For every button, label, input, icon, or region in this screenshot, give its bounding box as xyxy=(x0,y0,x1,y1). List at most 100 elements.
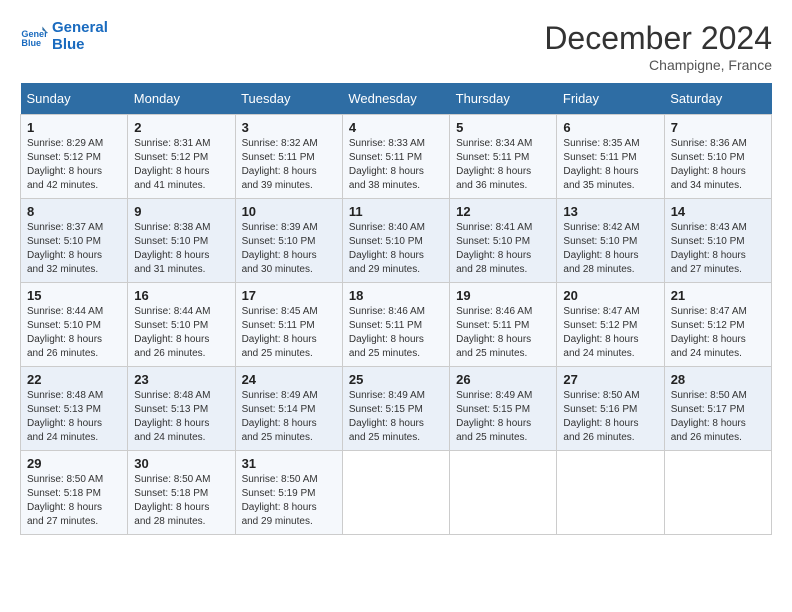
calendar-cell: 20 Sunrise: 8:47 AM Sunset: 5:12 PM Dayl… xyxy=(557,283,664,367)
svg-text:Blue: Blue xyxy=(21,38,41,48)
day-detail: Sunrise: 8:43 AM Sunset: 5:10 PM Dayligh… xyxy=(671,221,765,277)
day-number: 11 xyxy=(349,204,443,219)
col-wednesday: Wednesday xyxy=(342,83,449,115)
header-row: Sunday Monday Tuesday Wednesday Thursday… xyxy=(21,83,772,115)
day-detail: Sunrise: 8:50 AM Sunset: 5:18 PM Dayligh… xyxy=(27,473,121,529)
day-number: 28 xyxy=(671,372,765,387)
calendar-cell: 2 Sunrise: 8:31 AM Sunset: 5:12 PM Dayli… xyxy=(128,115,235,199)
calendar-cell: 6 Sunrise: 8:35 AM Sunset: 5:11 PM Dayli… xyxy=(557,115,664,199)
calendar-cell xyxy=(557,451,664,535)
logo-icon: General Blue xyxy=(20,23,48,51)
day-detail: Sunrise: 8:34 AM Sunset: 5:11 PM Dayligh… xyxy=(456,137,550,193)
day-detail: Sunrise: 8:39 AM Sunset: 5:10 PM Dayligh… xyxy=(242,221,336,277)
day-number: 27 xyxy=(563,372,657,387)
col-monday: Monday xyxy=(128,83,235,115)
day-number: 9 xyxy=(134,204,228,219)
calendar-cell: 26 Sunrise: 8:49 AM Sunset: 5:15 PM Dayl… xyxy=(450,367,557,451)
day-detail: Sunrise: 8:33 AM Sunset: 5:11 PM Dayligh… xyxy=(349,137,443,193)
calendar-cell: 25 Sunrise: 8:49 AM Sunset: 5:15 PM Dayl… xyxy=(342,367,449,451)
calendar-cell: 7 Sunrise: 8:36 AM Sunset: 5:10 PM Dayli… xyxy=(664,115,771,199)
calendar-body: 1 Sunrise: 8:29 AM Sunset: 5:12 PM Dayli… xyxy=(21,115,772,535)
day-number: 6 xyxy=(563,120,657,135)
day-number: 17 xyxy=(242,288,336,303)
calendar-cell: 13 Sunrise: 8:42 AM Sunset: 5:10 PM Dayl… xyxy=(557,199,664,283)
day-number: 26 xyxy=(456,372,550,387)
day-number: 5 xyxy=(456,120,550,135)
day-detail: Sunrise: 8:48 AM Sunset: 5:13 PM Dayligh… xyxy=(27,389,121,445)
logo: General Blue General Blue xyxy=(20,20,108,53)
day-detail: Sunrise: 8:48 AM Sunset: 5:13 PM Dayligh… xyxy=(134,389,228,445)
calendar-cell: 19 Sunrise: 8:46 AM Sunset: 5:11 PM Dayl… xyxy=(450,283,557,367)
day-number: 15 xyxy=(27,288,121,303)
calendar-cell: 12 Sunrise: 8:41 AM Sunset: 5:10 PM Dayl… xyxy=(450,199,557,283)
day-number: 19 xyxy=(456,288,550,303)
col-friday: Friday xyxy=(557,83,664,115)
day-number: 13 xyxy=(563,204,657,219)
day-detail: Sunrise: 8:32 AM Sunset: 5:11 PM Dayligh… xyxy=(242,137,336,193)
day-detail: Sunrise: 8:44 AM Sunset: 5:10 PM Dayligh… xyxy=(134,305,228,361)
day-detail: Sunrise: 8:40 AM Sunset: 5:10 PM Dayligh… xyxy=(349,221,443,277)
calendar-cell: 17 Sunrise: 8:45 AM Sunset: 5:11 PM Dayl… xyxy=(235,283,342,367)
calendar-cell: 21 Sunrise: 8:47 AM Sunset: 5:12 PM Dayl… xyxy=(664,283,771,367)
day-number: 29 xyxy=(27,456,121,471)
day-detail: Sunrise: 8:36 AM Sunset: 5:10 PM Dayligh… xyxy=(671,137,765,193)
day-number: 25 xyxy=(349,372,443,387)
day-detail: Sunrise: 8:49 AM Sunset: 5:15 PM Dayligh… xyxy=(349,389,443,445)
location-subtitle: Champigne, France xyxy=(544,57,772,73)
day-number: 10 xyxy=(242,204,336,219)
calendar-cell: 14 Sunrise: 8:43 AM Sunset: 5:10 PM Dayl… xyxy=(664,199,771,283)
logo-line1: General xyxy=(52,20,108,37)
day-detail: Sunrise: 8:50 AM Sunset: 5:16 PM Dayligh… xyxy=(563,389,657,445)
calendar-cell: 16 Sunrise: 8:44 AM Sunset: 5:10 PM Dayl… xyxy=(128,283,235,367)
logo-line2: Blue xyxy=(52,37,108,54)
day-number: 8 xyxy=(27,204,121,219)
calendar-table: Sunday Monday Tuesday Wednesday Thursday… xyxy=(20,83,772,535)
calendar-cell xyxy=(664,451,771,535)
page-header: General Blue General Blue December 2024 … xyxy=(20,20,772,73)
day-number: 23 xyxy=(134,372,228,387)
calendar-cell: 1 Sunrise: 8:29 AM Sunset: 5:12 PM Dayli… xyxy=(21,115,128,199)
day-detail: Sunrise: 8:37 AM Sunset: 5:10 PM Dayligh… xyxy=(27,221,121,277)
calendar-cell: 18 Sunrise: 8:46 AM Sunset: 5:11 PM Dayl… xyxy=(342,283,449,367)
day-number: 3 xyxy=(242,120,336,135)
day-number: 18 xyxy=(349,288,443,303)
day-detail: Sunrise: 8:29 AM Sunset: 5:12 PM Dayligh… xyxy=(27,137,121,193)
title-block: December 2024 Champigne, France xyxy=(544,20,772,73)
day-number: 30 xyxy=(134,456,228,471)
day-number: 1 xyxy=(27,120,121,135)
day-detail: Sunrise: 8:45 AM Sunset: 5:11 PM Dayligh… xyxy=(242,305,336,361)
day-detail: Sunrise: 8:50 AM Sunset: 5:19 PM Dayligh… xyxy=(242,473,336,529)
col-tuesday: Tuesday xyxy=(235,83,342,115)
day-number: 4 xyxy=(349,120,443,135)
day-detail: Sunrise: 8:47 AM Sunset: 5:12 PM Dayligh… xyxy=(563,305,657,361)
calendar-week-5: 29 Sunrise: 8:50 AM Sunset: 5:18 PM Dayl… xyxy=(21,451,772,535)
calendar-cell: 22 Sunrise: 8:48 AM Sunset: 5:13 PM Dayl… xyxy=(21,367,128,451)
calendar-cell: 23 Sunrise: 8:48 AM Sunset: 5:13 PM Dayl… xyxy=(128,367,235,451)
calendar-cell: 30 Sunrise: 8:50 AM Sunset: 5:18 PM Dayl… xyxy=(128,451,235,535)
day-detail: Sunrise: 8:46 AM Sunset: 5:11 PM Dayligh… xyxy=(349,305,443,361)
day-number: 12 xyxy=(456,204,550,219)
month-title: December 2024 xyxy=(544,20,772,57)
day-number: 22 xyxy=(27,372,121,387)
calendar-cell: 10 Sunrise: 8:39 AM Sunset: 5:10 PM Dayl… xyxy=(235,199,342,283)
day-number: 24 xyxy=(242,372,336,387)
calendar-cell: 31 Sunrise: 8:50 AM Sunset: 5:19 PM Dayl… xyxy=(235,451,342,535)
day-detail: Sunrise: 8:41 AM Sunset: 5:10 PM Dayligh… xyxy=(456,221,550,277)
calendar-header: Sunday Monday Tuesday Wednesday Thursday… xyxy=(21,83,772,115)
calendar-week-3: 15 Sunrise: 8:44 AM Sunset: 5:10 PM Dayl… xyxy=(21,283,772,367)
day-number: 31 xyxy=(242,456,336,471)
calendar-cell xyxy=(342,451,449,535)
calendar-cell: 4 Sunrise: 8:33 AM Sunset: 5:11 PM Dayli… xyxy=(342,115,449,199)
day-number: 20 xyxy=(563,288,657,303)
calendar-cell: 9 Sunrise: 8:38 AM Sunset: 5:10 PM Dayli… xyxy=(128,199,235,283)
day-detail: Sunrise: 8:49 AM Sunset: 5:14 PM Dayligh… xyxy=(242,389,336,445)
calendar-cell: 27 Sunrise: 8:50 AM Sunset: 5:16 PM Dayl… xyxy=(557,367,664,451)
col-thursday: Thursday xyxy=(450,83,557,115)
calendar-week-1: 1 Sunrise: 8:29 AM Sunset: 5:12 PM Dayli… xyxy=(21,115,772,199)
calendar-cell: 5 Sunrise: 8:34 AM Sunset: 5:11 PM Dayli… xyxy=(450,115,557,199)
day-number: 2 xyxy=(134,120,228,135)
calendar-cell: 24 Sunrise: 8:49 AM Sunset: 5:14 PM Dayl… xyxy=(235,367,342,451)
day-detail: Sunrise: 8:49 AM Sunset: 5:15 PM Dayligh… xyxy=(456,389,550,445)
day-detail: Sunrise: 8:50 AM Sunset: 5:18 PM Dayligh… xyxy=(134,473,228,529)
day-number: 14 xyxy=(671,204,765,219)
